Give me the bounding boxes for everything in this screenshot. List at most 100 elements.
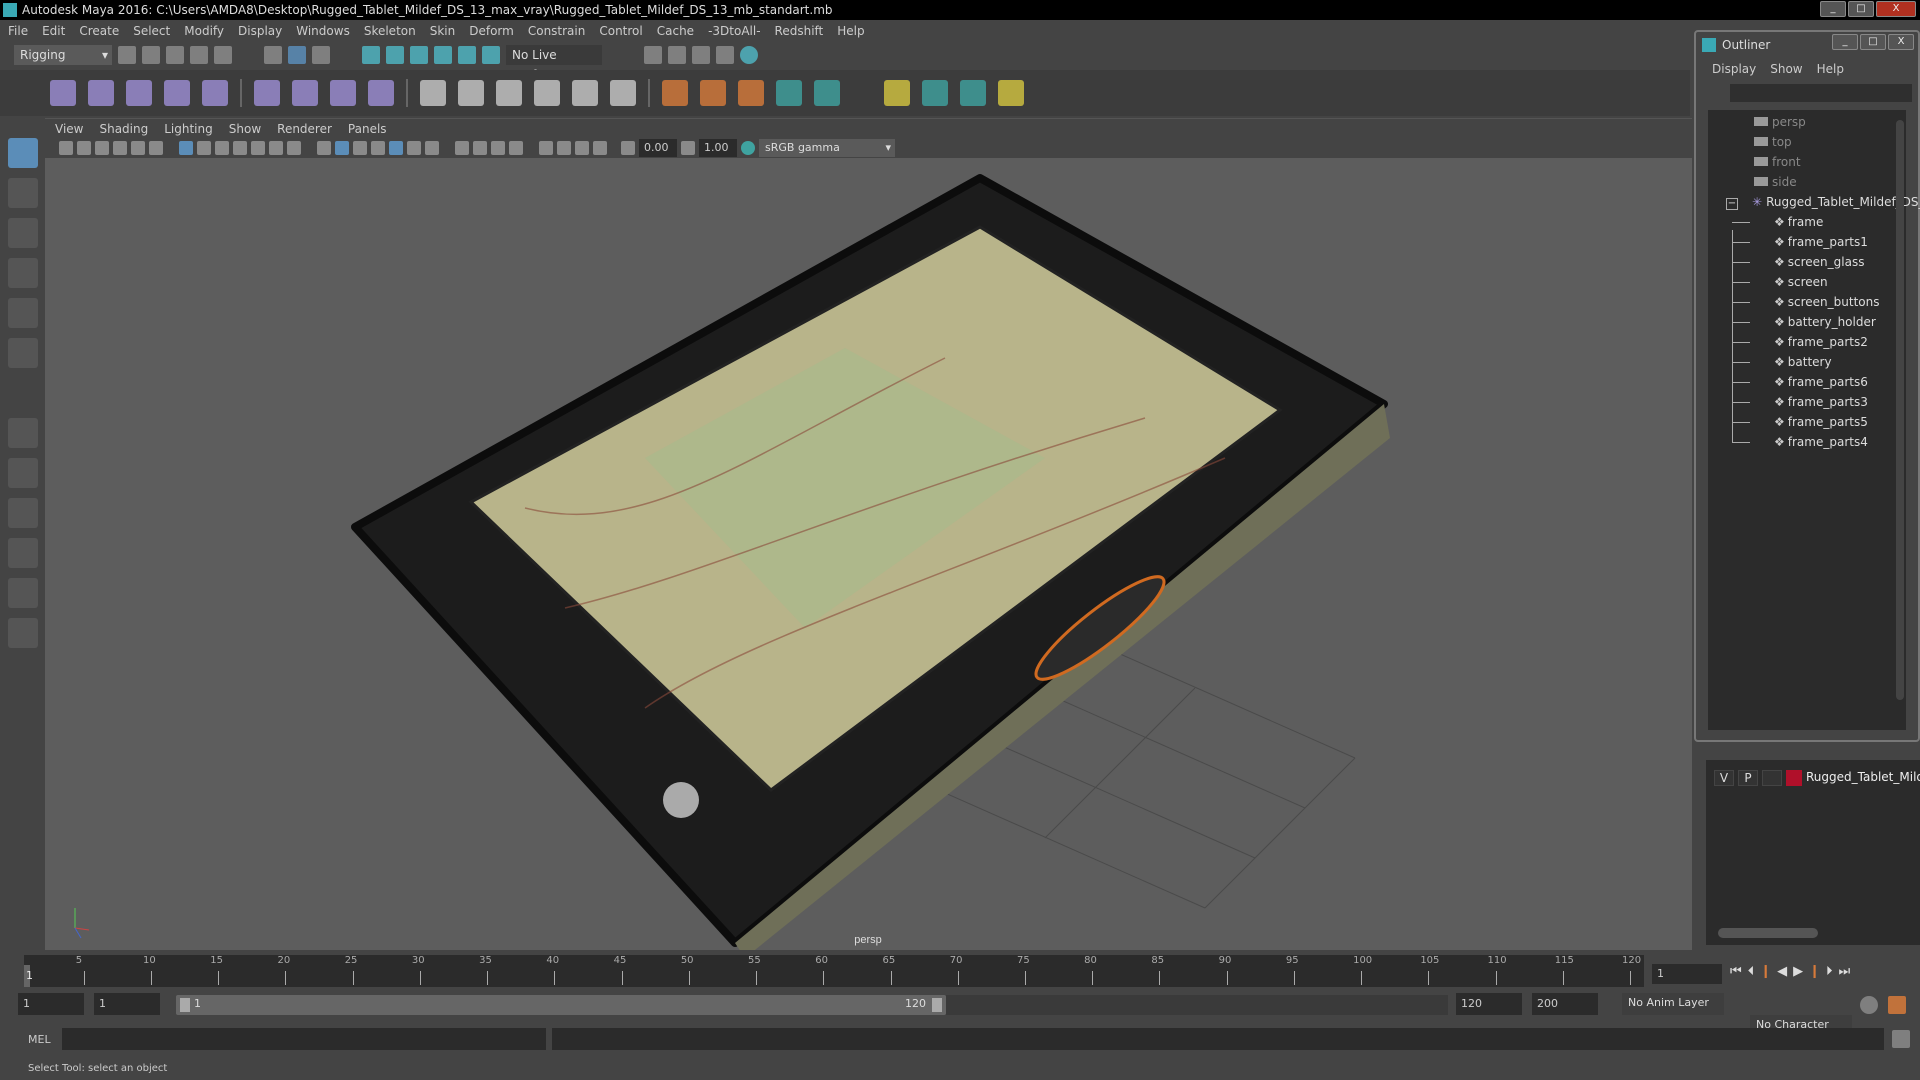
- outliner-close-button[interactable]: X: [1888, 34, 1914, 50]
- exposure-icon[interactable]: [621, 141, 635, 155]
- start-time-field[interactable]: 1: [18, 993, 84, 1015]
- undo-icon[interactable]: [190, 46, 208, 64]
- gate-mask-icon[interactable]: [233, 141, 247, 155]
- redshift-proxy-icon[interactable]: [998, 80, 1024, 106]
- exposure-field[interactable]: 0.00: [639, 139, 677, 157]
- bind-skin-icon[interactable]: [254, 80, 280, 106]
- panel-menu-lighting[interactable]: Lighting: [164, 122, 213, 136]
- menu-help[interactable]: Help: [837, 24, 864, 38]
- menu-cache[interactable]: Cache: [657, 24, 694, 38]
- range-start-handle[interactable]: [180, 998, 190, 1012]
- persp-outliner-layout-icon[interactable]: [7, 618, 38, 648]
- snap-pivot-icon[interactable]: [482, 46, 500, 64]
- menu-constrain[interactable]: Constrain: [528, 24, 586, 38]
- menu-3dtoall[interactable]: -3DtoAll-: [708, 24, 760, 38]
- wireframe-icon[interactable]: [317, 141, 331, 155]
- menu-skin[interactable]: Skin: [430, 24, 456, 38]
- snap-point-icon[interactable]: [410, 46, 428, 64]
- panel-menu-shading[interactable]: Shading: [99, 122, 148, 136]
- ik-spline-icon[interactable]: [126, 80, 152, 106]
- pole-vector-icon[interactable]: [610, 80, 636, 106]
- bookmark-icon[interactable]: [95, 141, 109, 155]
- layer-scrollbar[interactable]: [1718, 928, 1818, 938]
- xray-components-icon[interactable]: [593, 141, 607, 155]
- menu-skeleton[interactable]: Skeleton: [364, 24, 416, 38]
- snap-view-icon[interactable]: [434, 46, 452, 64]
- current-frame-field[interactable]: 1: [1652, 964, 1722, 984]
- go-to-start-icon[interactable]: ⏮: [1730, 964, 1742, 979]
- open-scene-icon[interactable]: [142, 46, 160, 64]
- ik-handle-icon[interactable]: [88, 80, 114, 106]
- select-component-icon[interactable]: [312, 46, 330, 64]
- script-editor-icon[interactable]: [1892, 1030, 1910, 1048]
- menu-modify[interactable]: Modify: [184, 24, 224, 38]
- step-forward-icon[interactable]: ⏵: [1826, 964, 1833, 979]
- mel-input[interactable]: [62, 1028, 546, 1050]
- field-chart-icon[interactable]: [251, 141, 265, 155]
- grease-pencil-icon[interactable]: [149, 141, 163, 155]
- outliner-item-top[interactable]: top: [1754, 132, 1792, 152]
- range-end-handle[interactable]: [932, 998, 942, 1012]
- outliner-maximize-button[interactable]: □: [1860, 34, 1886, 50]
- prev-key-icon[interactable]: ❙: [1760, 964, 1771, 979]
- depth-of-field-icon[interactable]: [509, 141, 523, 155]
- new-scene-icon[interactable]: [118, 46, 136, 64]
- maximize-button[interactable]: □: [1848, 1, 1874, 17]
- resolution-gate-icon[interactable]: [215, 141, 229, 155]
- two-view-icon[interactable]: [7, 498, 38, 528]
- range-slider[interactable]: 1 120: [176, 995, 946, 1015]
- outliner-item-screen_glass[interactable]: ❖ screen_glass: [1774, 252, 1864, 272]
- menu-select[interactable]: Select: [133, 24, 170, 38]
- move-tool-icon[interactable]: [7, 258, 38, 288]
- outliner-layout-icon[interactable]: [7, 538, 38, 568]
- lasso-tool-icon[interactable]: [7, 178, 38, 208]
- step-back-icon[interactable]: ⏴: [1748, 964, 1755, 979]
- ipr-render-icon[interactable]: [692, 46, 710, 64]
- film-gate-icon[interactable]: [197, 141, 211, 155]
- collapse-icon[interactable]: −: [1726, 198, 1738, 210]
- mirror-joint-icon[interactable]: [164, 80, 190, 106]
- wireframe-on-shaded-icon[interactable]: [371, 141, 385, 155]
- outliner-item-screen_buttons[interactable]: ❖ screen_buttons: [1774, 292, 1880, 312]
- redo-icon[interactable]: [214, 46, 232, 64]
- persp-viewport[interactable]: persp: [45, 158, 1692, 950]
- next-key-icon[interactable]: ❙: [1809, 964, 1820, 979]
- layer-color-swatch[interactable]: [1786, 770, 1802, 786]
- play-forward-icon[interactable]: ▶: [1793, 964, 1803, 979]
- animation-preferences-icon[interactable]: [1888, 996, 1906, 1014]
- image-plane-icon[interactable]: [113, 141, 127, 155]
- redshift-light-icon[interactable]: [884, 80, 910, 106]
- graph-layout-icon[interactable]: [7, 578, 38, 608]
- 3dtoall-icon[interactable]: [776, 80, 802, 106]
- camera-attributes-icon[interactable]: [77, 141, 91, 155]
- menu-display[interactable]: Display: [238, 24, 282, 38]
- outliner-item-persp[interactable]: persp: [1754, 112, 1806, 132]
- outliner-item-frame_parts6[interactable]: ❖ frame_parts6: [1774, 372, 1868, 392]
- panel-menu-view[interactable]: View: [55, 122, 83, 136]
- select-hierarchy-icon[interactable]: [264, 46, 282, 64]
- save-scene-icon[interactable]: [166, 46, 184, 64]
- hypershade-icon[interactable]: [740, 46, 758, 64]
- four-view-icon[interactable]: [7, 458, 38, 488]
- safe-action-icon[interactable]: [269, 141, 283, 155]
- outliner-filter-input[interactable]: [1730, 84, 1912, 102]
- layer-type-toggle[interactable]: [1762, 770, 1782, 786]
- panel-menu-panels[interactable]: Panels: [348, 122, 387, 136]
- panel-menu-renderer[interactable]: Renderer: [277, 122, 332, 136]
- xray-icon[interactable]: [557, 141, 571, 155]
- time-slider[interactable]: 1 5 10 15 20 25 30 35 40 45 50 55 60 65 70 75 80 85 90 95 1…: [24, 955, 1644, 987]
- default-material-icon[interactable]: [353, 141, 367, 155]
- outliner-item-frame_parts1[interactable]: ❖ frame_parts1: [1774, 232, 1868, 252]
- snap-grid-icon[interactable]: [362, 46, 380, 64]
- scale-constraint-icon[interactable]: [534, 80, 560, 106]
- 3dtoall-export-icon[interactable]: [814, 80, 840, 106]
- menu-deform[interactable]: Deform: [469, 24, 514, 38]
- anti-aliasing-icon[interactable]: [491, 141, 505, 155]
- motion-blur-icon[interactable]: [473, 141, 487, 155]
- render-frame-icon[interactable]: [668, 46, 686, 64]
- single-view-icon[interactable]: [7, 418, 38, 448]
- menu-file[interactable]: File: [8, 24, 28, 38]
- outliner-scrollbar[interactable]: [1896, 120, 1904, 700]
- menu-edit[interactable]: Edit: [42, 24, 65, 38]
- auto-key-icon[interactable]: [1860, 996, 1878, 1014]
